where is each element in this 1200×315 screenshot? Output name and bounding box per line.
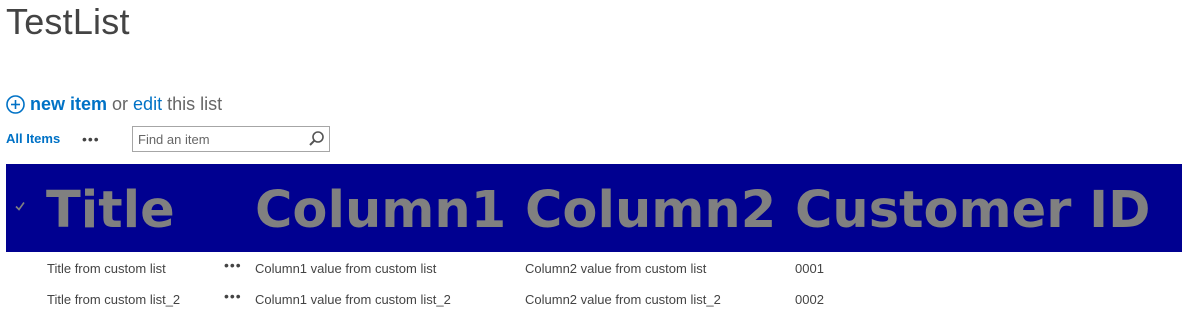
quick-actions: new item or edit this list xyxy=(6,91,222,117)
table-row[interactable]: Title from custom list_2 ••• Column1 val… xyxy=(6,285,1182,315)
row-column1-value: Column1 value from custom list xyxy=(255,261,437,276)
view-all-items[interactable]: All Items xyxy=(6,131,60,146)
search-icon[interactable] xyxy=(308,130,325,147)
this-list-text: this list xyxy=(167,93,223,114)
search-box xyxy=(132,126,330,152)
row-title-link[interactable]: Title from custom list xyxy=(47,261,166,276)
or-text: or xyxy=(112,93,129,114)
column-header-column1[interactable]: Column1 xyxy=(255,181,506,241)
view-bar: All Items ••• xyxy=(6,126,336,152)
row-menu-button[interactable]: ••• xyxy=(224,288,242,304)
row-customer-id-value: 0001 xyxy=(795,261,824,276)
row-column1-value: Column1 value from custom list_2 xyxy=(255,292,451,307)
column-header-customer-id[interactable]: Customer ID xyxy=(795,181,1150,241)
row-column2-value: Column2 value from custom list xyxy=(525,261,707,276)
column-header-title[interactable]: Title xyxy=(46,181,175,241)
edit-list-link[interactable]: edit xyxy=(133,94,162,115)
search-input[interactable] xyxy=(133,127,303,150)
page-title: TestList xyxy=(6,1,130,42)
row-title-link[interactable]: Title from custom list_2 xyxy=(47,292,180,307)
new-item-link[interactable]: new item xyxy=(30,94,107,115)
more-views-button[interactable]: ••• xyxy=(82,126,100,152)
column-header-column2[interactable]: Column2 xyxy=(525,181,776,241)
row-customer-id-value: 0002 xyxy=(795,292,824,307)
row-column2-value: Column2 value from custom list_2 xyxy=(525,292,721,307)
table-row[interactable]: Title from custom list ••• Column1 value… xyxy=(6,254,1182,284)
row-menu-button[interactable]: ••• xyxy=(224,257,242,273)
list-header-row: Title Column1 Column2 Customer ID xyxy=(6,164,1182,252)
select-all-checkmark-icon[interactable] xyxy=(14,199,26,211)
add-circle-icon[interactable] xyxy=(6,94,25,114)
